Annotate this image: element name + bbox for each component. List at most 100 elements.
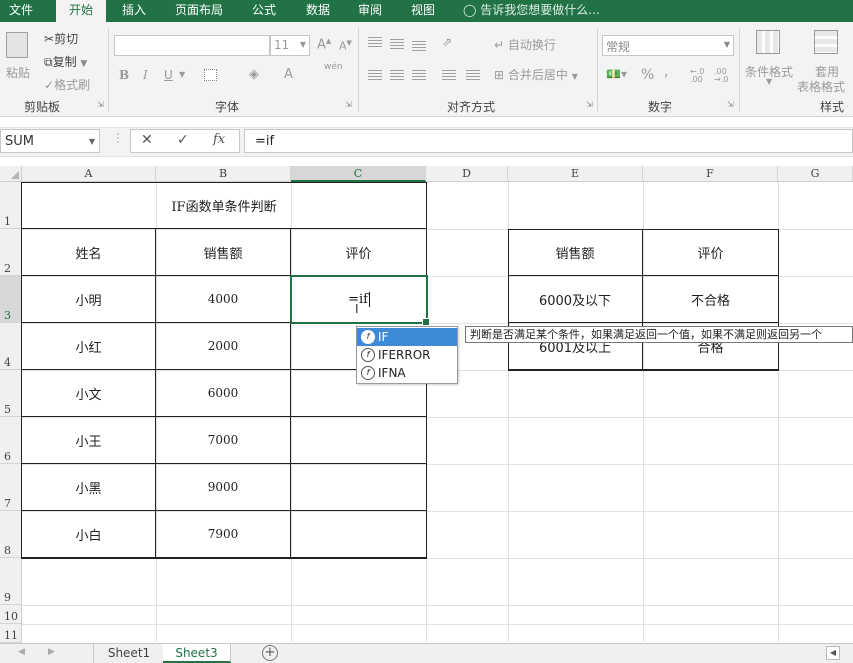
hscroll-left-icon[interactable]: ◀ xyxy=(826,646,840,660)
tab-formulas[interactable]: 公式 xyxy=(244,0,284,22)
table-title[interactable]: IF函数单条件判断 xyxy=(22,182,426,229)
column-header-g[interactable]: G xyxy=(778,166,853,182)
dialog-launcher-icon[interactable]: ⇲ xyxy=(586,100,593,109)
row-header-6[interactable]: 6 xyxy=(0,417,22,464)
table-cell[interactable]: 小红 xyxy=(22,323,156,370)
font-size-box[interactable]: 11 ▼ xyxy=(270,35,310,56)
table-cell[interactable] xyxy=(291,511,426,558)
increase-font-button[interactable]: A▲ xyxy=(317,37,331,52)
percent-button[interactable]: % xyxy=(641,67,654,83)
decrease-decimal-icon[interactable]: .00 →.0 xyxy=(714,68,728,84)
row-header-10[interactable]: 10 xyxy=(0,605,22,624)
row-header-5[interactable]: 5 xyxy=(0,370,22,417)
table-cell[interactable]: 6000 xyxy=(156,370,291,417)
increase-indent-icon[interactable] xyxy=(466,70,480,80)
dialog-launcher-icon[interactable]: ⇲ xyxy=(97,100,104,109)
column-header-c[interactable]: C xyxy=(291,166,426,182)
phonetic-button[interactable]: wén xyxy=(324,62,343,72)
number-format-box[interactable]: 常规 ▼ xyxy=(602,35,734,56)
align-top-icon[interactable] xyxy=(368,37,382,47)
splitter-handle[interactable]: ⋮ xyxy=(112,131,124,145)
tab-page-layout[interactable]: 页面布局 xyxy=(168,0,230,22)
column-header-f[interactable]: F xyxy=(643,166,778,182)
comma-button[interactable]: , xyxy=(664,64,668,80)
sheet-tab-sheet1[interactable]: Sheet1 xyxy=(93,644,165,663)
font-color-button[interactable]: A xyxy=(284,67,293,82)
sheet-tab-sheet3[interactable]: Sheet3 xyxy=(163,644,231,663)
table-cell[interactable]: 小黑 xyxy=(22,464,156,511)
table-cell[interactable]: 9000 xyxy=(156,464,291,511)
dialog-launcher-icon[interactable]: ⇲ xyxy=(345,100,352,109)
underline-dropdown-icon[interactable]: ▼ xyxy=(179,70,185,79)
align-left-icon[interactable] xyxy=(368,70,382,80)
table-cell[interactable]: 小白 xyxy=(22,511,156,558)
align-middle-icon[interactable] xyxy=(390,39,404,49)
italic-button[interactable]: I xyxy=(143,68,148,82)
borders-icon[interactable] xyxy=(204,69,217,81)
row-header-4[interactable]: 4 xyxy=(0,323,22,370)
table-cell[interactable] xyxy=(291,417,426,464)
table-header-cell[interactable]: 姓名 xyxy=(22,229,156,276)
cut-button[interactable]: ✂剪切 xyxy=(44,30,78,47)
table-cell[interactable]: 4000 xyxy=(156,276,291,323)
side-table-cell[interactable]: 6000及以下 xyxy=(508,276,643,323)
confirm-icon[interactable]: ✓ xyxy=(177,132,189,148)
align-center-icon[interactable] xyxy=(390,70,404,80)
row-header-8[interactable]: 8 xyxy=(0,511,22,558)
row-header-2[interactable]: 2 xyxy=(0,229,22,276)
add-sheet-icon[interactable]: + xyxy=(262,645,278,661)
row-header-9[interactable]: 9 xyxy=(0,558,22,605)
row-header-11[interactable]: 11 xyxy=(0,624,22,643)
align-bottom-icon[interactable] xyxy=(412,41,426,51)
column-header-d[interactable]: D xyxy=(426,166,508,182)
merge-center-button[interactable]: ⊞ 合并后居中 ▼ xyxy=(494,66,578,83)
table-cell[interactable]: 2000 xyxy=(156,323,291,370)
format-painter-button[interactable]: ✓格式刷 xyxy=(44,76,90,93)
tab-home[interactable]: 开始 xyxy=(56,0,106,22)
table-cell[interactable]: 小王 xyxy=(22,417,156,464)
name-box[interactable]: SUM ▼ xyxy=(0,129,100,153)
tab-data[interactable]: 数据 xyxy=(298,0,338,22)
formula-input[interactable]: =if xyxy=(244,129,853,153)
scroll-left-icon[interactable]: ◀ xyxy=(18,647,25,657)
active-cell-c3[interactable]: =if xyxy=(290,275,430,326)
increase-decimal-icon[interactable]: ←.0.00 xyxy=(690,68,704,84)
column-header-e[interactable]: E xyxy=(508,166,643,182)
side-table-header-cell[interactable]: 销售额 xyxy=(508,229,643,276)
dialog-launcher-icon[interactable]: ⇲ xyxy=(727,100,734,109)
underline-button[interactable]: U xyxy=(164,68,173,82)
column-header-b[interactable]: B xyxy=(156,166,291,182)
tab-file[interactable]: 文件 xyxy=(0,0,42,22)
table-header-cell[interactable]: 评价 xyxy=(291,229,426,276)
row-header-7[interactable]: 7 xyxy=(0,464,22,511)
tab-view[interactable]: 视图 xyxy=(403,0,443,22)
orientation-icon[interactable]: ⇗ xyxy=(442,35,452,49)
fill-color-icon[interactable]: ◈ xyxy=(249,67,259,82)
autocomplete-item-iferror[interactable]: f IFERROR xyxy=(357,346,457,364)
autocomplete-item-ifna[interactable]: f IFNA xyxy=(357,364,457,382)
side-table-cell[interactable]: 不合格 xyxy=(643,276,778,323)
row-header-1[interactable]: 1 xyxy=(0,182,22,229)
align-right-icon[interactable] xyxy=(412,70,426,80)
wrap-text-button[interactable]: ↵ 自动换行 xyxy=(494,36,556,53)
table-cell[interactable] xyxy=(291,464,426,511)
copy-button[interactable]: ⧉复制 ▼ xyxy=(44,53,87,70)
currency-icon[interactable]: 💵▾ xyxy=(606,67,627,81)
row-header-3[interactable]: 3 xyxy=(0,276,22,323)
table-cell[interactable]: 小文 xyxy=(22,370,156,417)
insert-function-icon[interactable]: fx xyxy=(213,132,225,147)
column-header-a[interactable]: A xyxy=(22,166,156,182)
font-name-box[interactable] xyxy=(114,35,270,56)
bold-button[interactable]: B xyxy=(119,68,129,82)
table-cell[interactable]: 小明 xyxy=(22,276,156,323)
decrease-indent-icon[interactable] xyxy=(442,70,456,80)
table-cell[interactable]: 7000 xyxy=(156,417,291,464)
table-cell[interactable]: 7900 xyxy=(156,511,291,558)
select-all-corner[interactable] xyxy=(0,166,22,182)
tab-insert[interactable]: 插入 xyxy=(114,0,154,22)
autocomplete-item-if[interactable]: f IF xyxy=(357,328,457,346)
side-table-header-cell[interactable]: 评价 xyxy=(643,229,778,276)
tell-me-box[interactable]: ◯ 告诉我您想要做什么... xyxy=(463,0,613,22)
tab-review[interactable]: 审阅 xyxy=(350,0,390,22)
fill-handle[interactable] xyxy=(422,318,430,326)
